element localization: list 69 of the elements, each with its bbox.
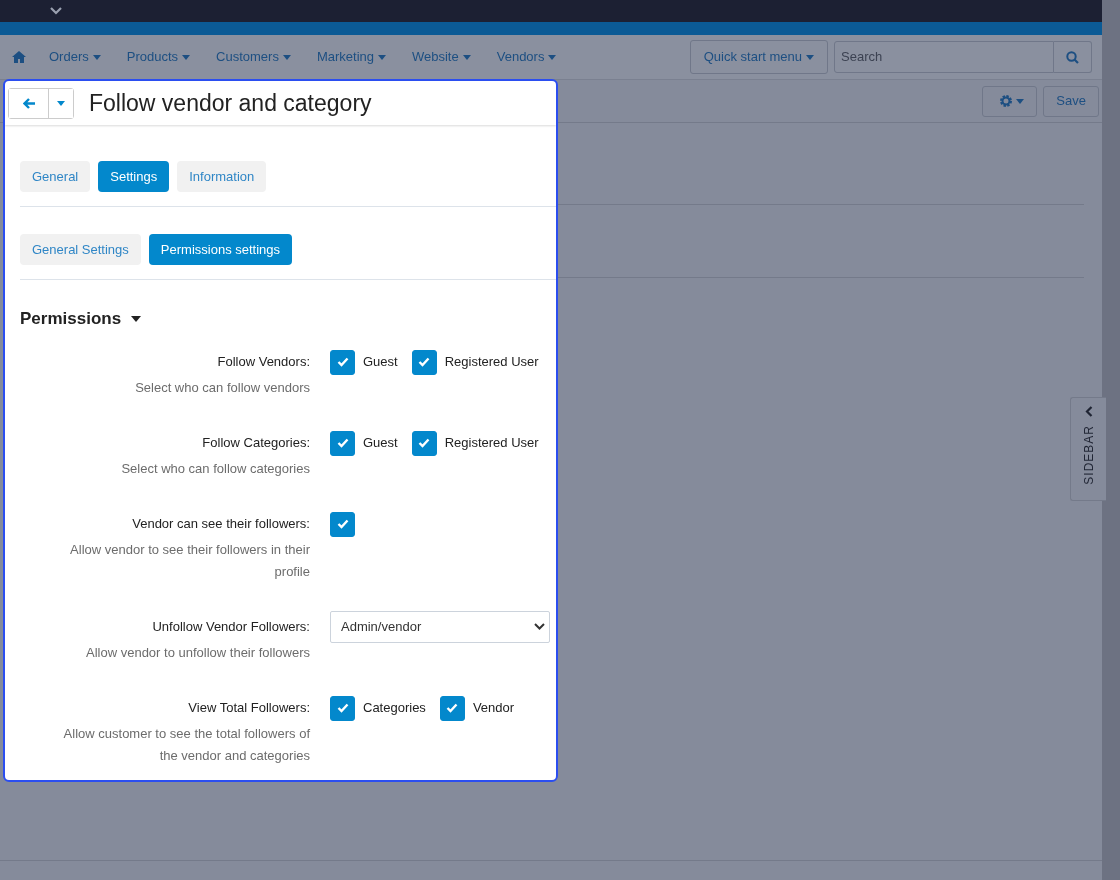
check-icon <box>446 703 459 713</box>
field-label: Unfollow Vendor Followers: <box>151 617 310 636</box>
caret-icon <box>1016 98 1025 104</box>
caret-icon <box>462 54 471 60</box>
check-icon <box>418 357 431 367</box>
caret-icon <box>92 54 101 60</box>
checkbox[interactable] <box>411 430 437 456</box>
nav-menu[interactable]: Marketing <box>303 47 399 67</box>
nav-menu[interactable]: Vendors <box>483 47 570 67</box>
caret-icon <box>182 54 191 60</box>
option-label: Vendor <box>472 699 515 717</box>
page-title: Follow vendor and category <box>89 88 372 118</box>
caret-icon <box>378 54 386 60</box>
caret-down-icon <box>131 315 142 322</box>
search-field[interactable]: Search <box>834 41 1054 73</box>
chevron-down-icon <box>534 623 545 630</box>
caret-icon <box>57 100 65 106</box>
check-icon <box>336 519 349 529</box>
field-label: View Total Followers: <box>187 698 310 717</box>
nav-menu[interactable]: Orders <box>36 47 114 67</box>
tab[interactable]: Information <box>177 161 267 192</box>
quick-start-button[interactable]: Quick start menu <box>689 40 828 74</box>
help-text: Allow customer to see the total followers of the vendor and categories <box>62 724 310 765</box>
settings-icon <box>999 94 1014 108</box>
checkbox[interactable] <box>439 695 465 721</box>
option-label: Registered User <box>444 353 539 371</box>
caret-icon <box>548 54 557 60</box>
check-icon <box>336 357 349 367</box>
checkbox[interactable] <box>330 695 355 721</box>
search-button[interactable] <box>1054 41 1092 73</box>
scrollbar[interactable] <box>1102 0 1120 880</box>
chevron-left-icon <box>1084 406 1093 417</box>
option-label: Guest <box>363 353 398 371</box>
nav-menu[interactable]: Customers <box>203 47 304 67</box>
field-label: Vendor can see their followers: <box>131 514 310 533</box>
nav-menu[interactable]: Products <box>113 47 204 67</box>
tab[interactable]: General <box>20 161 91 192</box>
check-icon <box>418 438 431 448</box>
section-toggle[interactable]: Permissions <box>20 306 142 332</box>
tab[interactable]: Settings <box>98 161 170 192</box>
option-label: Categories <box>363 699 426 717</box>
dropdown-button[interactable] <box>48 88 73 118</box>
tab[interactable]: Permissions settings <box>148 234 293 265</box>
checkbox[interactable] <box>330 430 355 456</box>
save-button[interactable]: Save <box>1043 85 1099 117</box>
settings-button[interactable] <box>982 85 1038 117</box>
nav-menu[interactable]: Website <box>399 47 484 67</box>
home-icon[interactable] <box>12 51 26 63</box>
option-label: Guest <box>363 434 398 452</box>
field-label: Follow Categories: <box>201 433 310 452</box>
checkbox[interactable] <box>411 349 437 375</box>
arrow-left-icon <box>22 97 35 109</box>
checkbox[interactable] <box>330 511 355 537</box>
select-field[interactable]: Admin/vendor <box>330 610 550 643</box>
sidebar-tab[interactable]: SIDEBAR <box>1070 397 1106 501</box>
help-text: Select who can follow categories <box>120 459 310 478</box>
chevron-down-icon[interactable] <box>50 7 62 15</box>
help-text: Allow vendor to see their followers in their profile <box>69 540 310 581</box>
tab[interactable]: General Settings <box>20 234 141 265</box>
caret-icon <box>282 54 291 60</box>
help-text: Allow vendor to unfollow their followers <box>85 643 310 662</box>
check-icon <box>336 438 349 448</box>
option-label: Registered User <box>444 434 539 452</box>
field-label: Follow Vendors: <box>216 352 310 371</box>
caret-icon <box>806 54 814 60</box>
check-icon <box>336 703 349 713</box>
help-text: Select who can follow vendors <box>134 378 310 397</box>
search-icon <box>1066 50 1079 64</box>
checkbox[interactable] <box>330 349 355 375</box>
